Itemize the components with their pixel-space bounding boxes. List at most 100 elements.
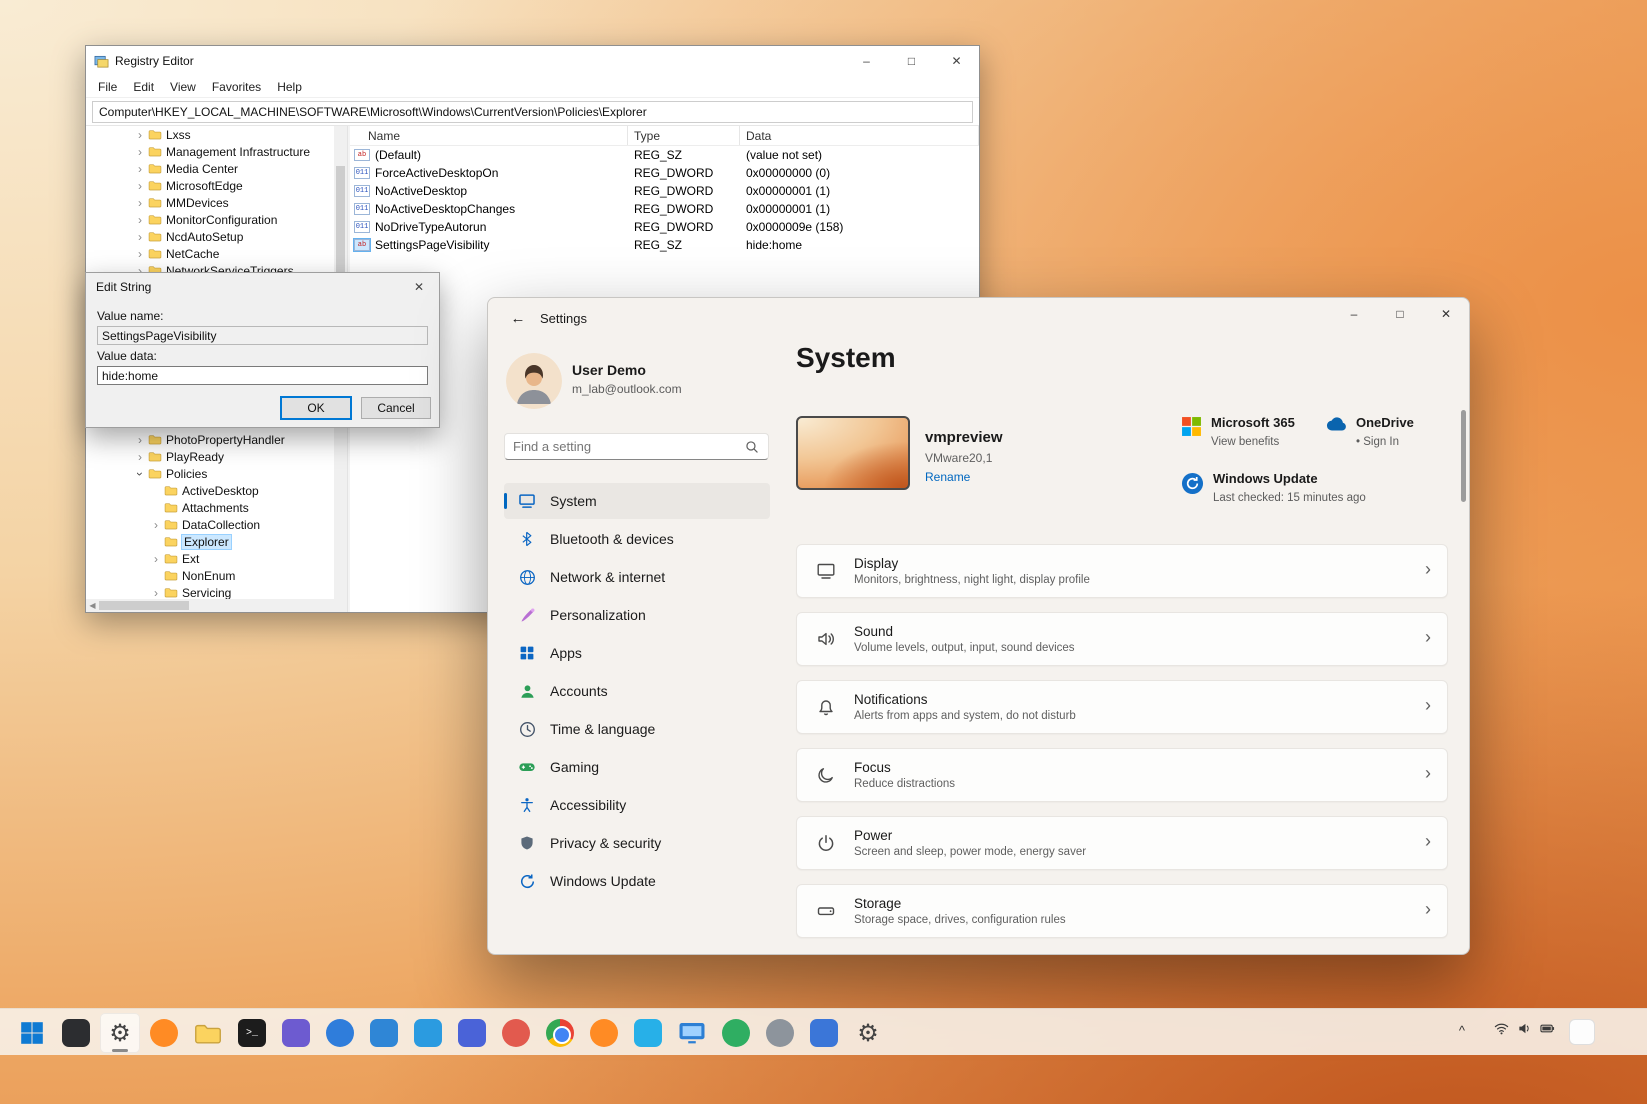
collapse-arrow-icon[interactable]: › bbox=[133, 468, 147, 480]
settings-app-icon[interactable]: ⚙ bbox=[100, 1013, 140, 1053]
sidebar-item-accounts[interactable]: Accounts bbox=[504, 673, 770, 709]
tree-item-activedesktop[interactable]: ›ActiveDesktop bbox=[86, 482, 334, 499]
tree-item-attachments[interactable]: ›Attachments bbox=[86, 499, 334, 516]
tree-item-management-infrastructure[interactable]: ›Management Infrastructure bbox=[86, 143, 334, 160]
settings-card-power[interactable]: PowerScreen and sleep, power mode, energ… bbox=[796, 816, 1448, 870]
blue-app-1-icon[interactable] bbox=[364, 1013, 404, 1053]
registry-value-row-noactivedesktopchanges[interactable]: 011NoActiveDesktopChangesREG_DWORD0x0000… bbox=[350, 200, 979, 218]
gray-app-icon[interactable] bbox=[760, 1013, 800, 1053]
menu-view[interactable]: View bbox=[162, 80, 204, 94]
value-data-field[interactable] bbox=[97, 366, 428, 385]
registry-value-row-forceactivedesktopon[interactable]: 011ForceActiveDesktopOnREG_DWORD0x000000… bbox=[350, 164, 979, 182]
registry-value-row-nodrivetypeautorun[interactable]: 011NoDriveTypeAutorunREG_DWORD0x0000009e… bbox=[350, 218, 979, 236]
close-icon[interactable]: ✕ bbox=[934, 46, 979, 76]
settings-card-notifications[interactable]: NotificationsAlerts from apps and system… bbox=[796, 680, 1448, 734]
tree-item-explorer[interactable]: ›Explorer bbox=[86, 533, 334, 550]
expand-arrow-icon[interactable]: › bbox=[134, 433, 146, 447]
registry-value-row-noactivedesktop[interactable]: 011NoActiveDesktopREG_DWORD0x00000001 (1… bbox=[350, 182, 979, 200]
red-app-icon[interactable] bbox=[496, 1013, 536, 1053]
expand-arrow-icon[interactable]: › bbox=[134, 179, 146, 193]
wifi-icon[interactable] bbox=[1494, 1021, 1509, 1036]
microsoft-365-subtitle[interactable]: View benefits bbox=[1211, 436, 1279, 448]
tree-item-netcache[interactable]: ›NetCache bbox=[86, 245, 334, 262]
firefox-browser-2-icon[interactable] bbox=[584, 1013, 624, 1053]
tree-item-ncdautosetup[interactable]: ›NcdAutoSetup bbox=[86, 228, 334, 245]
sidebar-item-time-language[interactable]: Time & language bbox=[504, 711, 770, 747]
scrollbar-thumb[interactable] bbox=[336, 166, 345, 286]
volume-icon[interactable] bbox=[1517, 1021, 1532, 1036]
tree-item-policies[interactable]: ›Policies bbox=[86, 465, 334, 482]
gear-app-icon[interactable]: ⚙ bbox=[848, 1013, 888, 1053]
file-explorer-icon[interactable] bbox=[188, 1013, 228, 1053]
expand-arrow-icon[interactable]: › bbox=[134, 128, 146, 142]
desktop-dark-app-icon[interactable] bbox=[56, 1013, 96, 1053]
window-app-icon[interactable] bbox=[804, 1013, 844, 1053]
avatar[interactable] bbox=[506, 353, 562, 409]
tree-item-monitorconfiguration[interactable]: ›MonitorConfiguration bbox=[86, 211, 334, 228]
menu-help[interactable]: Help bbox=[269, 80, 310, 94]
purple-app-icon[interactable] bbox=[276, 1013, 316, 1053]
tree-horizontal-scrollbar[interactable]: ◀ bbox=[86, 599, 334, 612]
onedrive-subtitle[interactable]: • Sign In bbox=[1356, 436, 1399, 448]
settings-card-display[interactable]: DisplayMonitors, brightness, night light… bbox=[796, 544, 1448, 598]
expand-arrow-icon[interactable]: › bbox=[134, 162, 146, 176]
search-input[interactable] bbox=[505, 439, 745, 454]
close-icon[interactable]: ✕ bbox=[399, 273, 439, 301]
expand-arrow-icon[interactable]: › bbox=[150, 518, 162, 532]
minimize-icon[interactable]: – bbox=[844, 46, 889, 76]
settings-scrollbar-thumb[interactable] bbox=[1461, 410, 1466, 502]
phone-app-icon[interactable] bbox=[716, 1013, 756, 1053]
sidebar-item-system[interactable]: System bbox=[504, 483, 770, 519]
column-data[interactable]: Data bbox=[740, 126, 979, 145]
menu-edit[interactable]: Edit bbox=[125, 80, 162, 94]
registry-address-bar[interactable]: Computer\HKEY_LOCAL_MACHINE\SOFTWARE\Mic… bbox=[92, 101, 973, 123]
onedrive-block[interactable]: OneDrive • Sign In bbox=[1323, 414, 1414, 450]
column-type[interactable]: Type bbox=[628, 126, 740, 145]
expand-arrow-icon[interactable]: › bbox=[150, 552, 162, 566]
light-blue-app-icon[interactable] bbox=[628, 1013, 668, 1053]
registry-value-row-settingspagevisibility[interactable]: abSettingsPageVisibilityREG_SZhide:home bbox=[350, 236, 979, 254]
blue-app-2-icon[interactable] bbox=[408, 1013, 448, 1053]
expand-arrow-icon[interactable]: › bbox=[134, 213, 146, 227]
expand-arrow-icon[interactable]: › bbox=[134, 450, 146, 464]
edge-browser-icon[interactable] bbox=[320, 1013, 360, 1053]
expand-arrow-icon[interactable]: › bbox=[134, 247, 146, 261]
menu-file[interactable]: File bbox=[90, 80, 125, 94]
sidebar-item-personalization[interactable]: Personalization bbox=[504, 597, 770, 633]
expand-arrow-icon[interactable]: › bbox=[134, 230, 146, 244]
windows-update-block[interactable]: Windows Update Last checked: 15 minutes … bbox=[1181, 470, 1366, 506]
sidebar-item-network-internet[interactable]: Network & internet bbox=[504, 559, 770, 595]
tree-item-datacollection[interactable]: ›DataCollection bbox=[86, 516, 334, 533]
blue-app-3-icon[interactable] bbox=[452, 1013, 492, 1053]
settings-card-sound[interactable]: SoundVolume levels, output, input, sound… bbox=[796, 612, 1448, 666]
tree-item-photopropertyhandler[interactable]: ›PhotoPropertyHandler bbox=[86, 431, 334, 448]
settings-card-storage[interactable]: StorageStorage space, drives, configurat… bbox=[796, 884, 1448, 938]
value-name-field[interactable] bbox=[97, 326, 428, 345]
firefox-browser-icon[interactable] bbox=[144, 1013, 184, 1053]
terminal-app-icon[interactable]: >_ bbox=[232, 1013, 272, 1053]
display-app-icon[interactable] bbox=[672, 1013, 712, 1053]
tree-item-media-center[interactable]: ›Media Center bbox=[86, 160, 334, 177]
hidden-icons-chevron-icon[interactable]: ^ bbox=[1459, 1023, 1465, 1038]
sidebar-item-apps[interactable]: Apps bbox=[504, 635, 770, 671]
sidebar-item-accessibility[interactable]: Accessibility bbox=[504, 787, 770, 823]
scroll-left-icon[interactable]: ◀ bbox=[86, 601, 99, 610]
expand-arrow-icon[interactable]: › bbox=[134, 196, 146, 210]
notification-center-button[interactable] bbox=[1569, 1019, 1595, 1045]
expand-arrow-icon[interactable]: › bbox=[134, 145, 146, 159]
settings-card-focus[interactable]: FocusReduce distractions› bbox=[796, 748, 1448, 802]
menu-favorites[interactable]: Favorites bbox=[204, 80, 269, 94]
column-name[interactable]: Name bbox=[350, 126, 628, 145]
tree-item-lxss[interactable]: ›Lxss bbox=[86, 126, 334, 143]
cancel-button[interactable]: Cancel bbox=[361, 397, 431, 419]
sidebar-item-gaming[interactable]: Gaming bbox=[504, 749, 770, 785]
ok-button[interactable]: OK bbox=[281, 397, 351, 419]
registry-value-row-default[interactable]: ab(Default)REG_SZ(value not set) bbox=[350, 146, 979, 164]
rename-link[interactable]: Rename bbox=[925, 470, 970, 484]
back-arrow-icon[interactable]: ← bbox=[502, 305, 534, 331]
tree-item-microsoftedge[interactable]: ›MicrosoftEdge bbox=[86, 177, 334, 194]
maximize-icon[interactable]: □ bbox=[889, 46, 934, 76]
sidebar-item-bluetooth-devices[interactable]: Bluetooth & devices bbox=[504, 521, 770, 557]
scrollbar-thumb[interactable] bbox=[99, 601, 189, 610]
chrome-browser-icon[interactable] bbox=[540, 1013, 580, 1053]
